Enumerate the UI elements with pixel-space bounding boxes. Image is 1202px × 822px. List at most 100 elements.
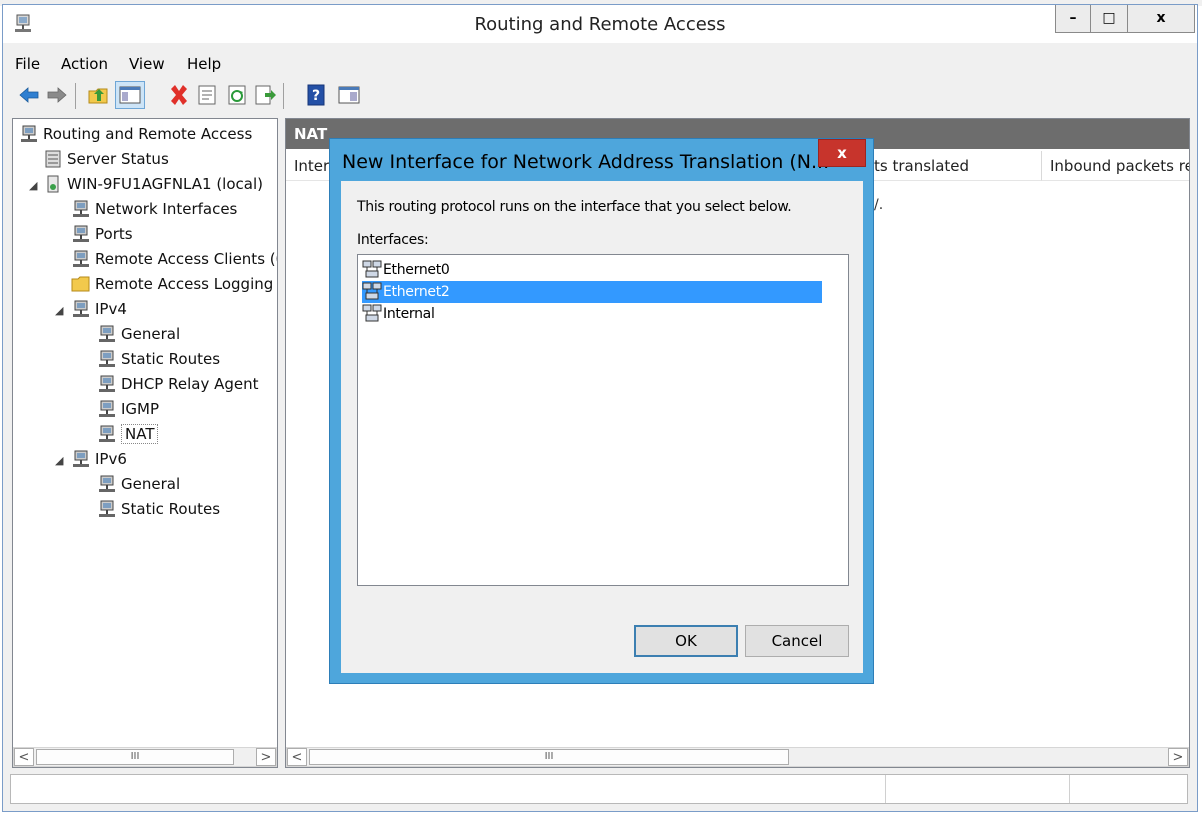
tree-label: WIN-9FU1AGFNLA1 (local) (67, 175, 263, 193)
dialog-description: This routing protocol runs on the interf… (357, 199, 792, 215)
refresh-icon[interactable] (225, 83, 249, 107)
tree-label: General (121, 475, 181, 493)
scroll-thumb[interactable]: III (309, 749, 789, 765)
tree-label: Routing and Remote Access (43, 125, 253, 143)
list-item-internal[interactable]: Internal (362, 303, 435, 325)
title-bar[interactable]: Routing and Remote Access – □ x (3, 5, 1197, 43)
server-status-icon (45, 150, 61, 168)
show-hide-tree-icon[interactable] (115, 81, 145, 109)
column-header-packets-translated[interactable]: ts translated (866, 151, 1042, 181)
tree-label: Server Status (67, 150, 169, 168)
routing-icon (73, 225, 89, 242)
tree-label: Remote Access Logging (95, 275, 274, 293)
tree-item-ipv6[interactable]: IPv6 (71, 448, 127, 470)
network-interface-icon (362, 260, 382, 278)
scroll-thumb[interactable]: III (36, 749, 234, 765)
status-divider (1069, 775, 1070, 803)
tree-item-ipv4-static-routes[interactable]: Static Routes (97, 348, 220, 370)
tree-label-selected: NAT (121, 424, 159, 444)
tree-label: General (121, 325, 181, 343)
menu-bar: File Action View Help (3, 43, 1197, 79)
tree-label: Static Routes (121, 350, 221, 368)
minimize-button[interactable]: – (1055, 5, 1091, 33)
console-icon[interactable] (337, 83, 361, 107)
window-title: Routing and Remote Access (474, 14, 726, 35)
tree-item-dhcp-relay-agent[interactable]: DHCP Relay Agent (97, 373, 259, 395)
menu-help[interactable]: Help (187, 55, 221, 73)
toolbar-separator (75, 83, 76, 109)
routing-icon (99, 350, 115, 367)
tree-item-ipv4-general[interactable]: General (97, 323, 180, 345)
back-arrow-icon[interactable] (17, 83, 41, 107)
tree-item-ports[interactable]: Ports (71, 223, 133, 245)
expand-toggle[interactable]: ◢ (29, 179, 37, 192)
interface-name: Ethernet2 (383, 284, 450, 300)
routing-icon (21, 125, 37, 142)
export-list-icon[interactable] (253, 83, 277, 107)
scroll-left-button[interactable]: < (14, 748, 34, 766)
interfaces-listbox[interactable]: Ethernet0 Ethernet2 Internal (357, 254, 849, 586)
forward-arrow-icon[interactable] (45, 83, 69, 107)
list-item-ethernet2[interactable]: Ethernet2 (362, 281, 822, 303)
tree-label: IGMP (121, 400, 160, 418)
list-item-ethernet0[interactable]: Ethernet0 (362, 259, 450, 281)
tree-item-remote-access-clients[interactable]: Remote Access Clients (0) (71, 248, 278, 270)
server-icon (47, 175, 59, 193)
scroll-left-button[interactable]: < (287, 748, 307, 766)
tree-label: Static Routes (121, 500, 221, 518)
toolbar: ? (3, 77, 1197, 117)
expand-toggle[interactable]: ◢ (55, 454, 63, 467)
ok-button[interactable]: OK (634, 625, 738, 657)
menu-file[interactable]: File (15, 55, 40, 73)
routing-icon (73, 250, 89, 267)
tree-item-remote-access-logging[interactable]: Remote Access Logging (71, 273, 273, 295)
routing-icon (99, 425, 115, 442)
tree-item-igmp[interactable]: IGMP (97, 398, 159, 420)
routing-icon (99, 375, 115, 392)
tree-item-ipv6-general[interactable]: General (97, 473, 180, 495)
dialog-body: This routing protocol runs on the interf… (341, 181, 863, 673)
tree-item-server-status[interactable]: Server Status (43, 148, 169, 170)
tree-label: Ports (95, 225, 133, 243)
tree-label: Remote Access Clients (0) (95, 250, 278, 268)
cancel-button[interactable]: Cancel (745, 625, 849, 657)
menu-view[interactable]: View (129, 55, 165, 73)
interface-name: Ethernet0 (383, 262, 450, 278)
tree-item-ipv4[interactable]: IPv4 (71, 298, 127, 320)
help-icon[interactable]: ? (305, 83, 329, 107)
column-header-inbound-packets[interactable]: Inbound packets re (1042, 151, 1189, 181)
status-bar (10, 774, 1188, 804)
results-hint-text: /. (874, 197, 884, 213)
tree-label: IPv4 (95, 300, 127, 318)
close-button[interactable]: x (1127, 5, 1195, 33)
menu-action[interactable]: Action (61, 55, 108, 73)
dialog-close-button[interactable]: x (818, 139, 866, 167)
tree-item-ipv6-static-routes[interactable]: Static Routes (97, 498, 220, 520)
toolbar-separator (283, 83, 284, 109)
tree-horizontal-scrollbar[interactable]: < III > (13, 747, 277, 767)
routing-icon (73, 450, 89, 467)
routing-icon (99, 400, 115, 417)
tree-label: IPv6 (95, 450, 127, 468)
console-tree-pane[interactable]: Routing and Remote Access Server Status … (12, 118, 278, 768)
status-divider (885, 775, 886, 803)
folder-icon (71, 276, 90, 292)
tree-item-network-interfaces[interactable]: Network Interfaces (71, 198, 237, 220)
tree-item-routing-root[interactable]: Routing and Remote Access (19, 123, 252, 145)
column-header-interface[interactable]: Inter (286, 151, 330, 181)
routing-icon (73, 200, 89, 217)
svg-text:?: ? (312, 88, 320, 104)
results-horizontal-scrollbar[interactable]: < III > (286, 747, 1189, 767)
properties-icon[interactable] (195, 83, 219, 107)
scroll-right-button[interactable]: > (1168, 748, 1188, 766)
expand-toggle[interactable]: ◢ (55, 304, 63, 317)
maximize-button[interactable]: □ (1090, 5, 1128, 33)
delete-icon[interactable] (167, 83, 191, 107)
tree-label: Network Interfaces (95, 200, 238, 218)
tree-item-server[interactable]: WIN-9FU1AGFNLA1 (local) (43, 173, 263, 195)
dialog-title: New Interface for Network Address Transl… (342, 151, 830, 173)
scroll-right-button[interactable]: > (256, 748, 276, 766)
tree-item-nat[interactable]: NAT (97, 423, 159, 445)
up-folder-icon[interactable] (87, 83, 111, 107)
interface-name: Internal (383, 306, 435, 322)
